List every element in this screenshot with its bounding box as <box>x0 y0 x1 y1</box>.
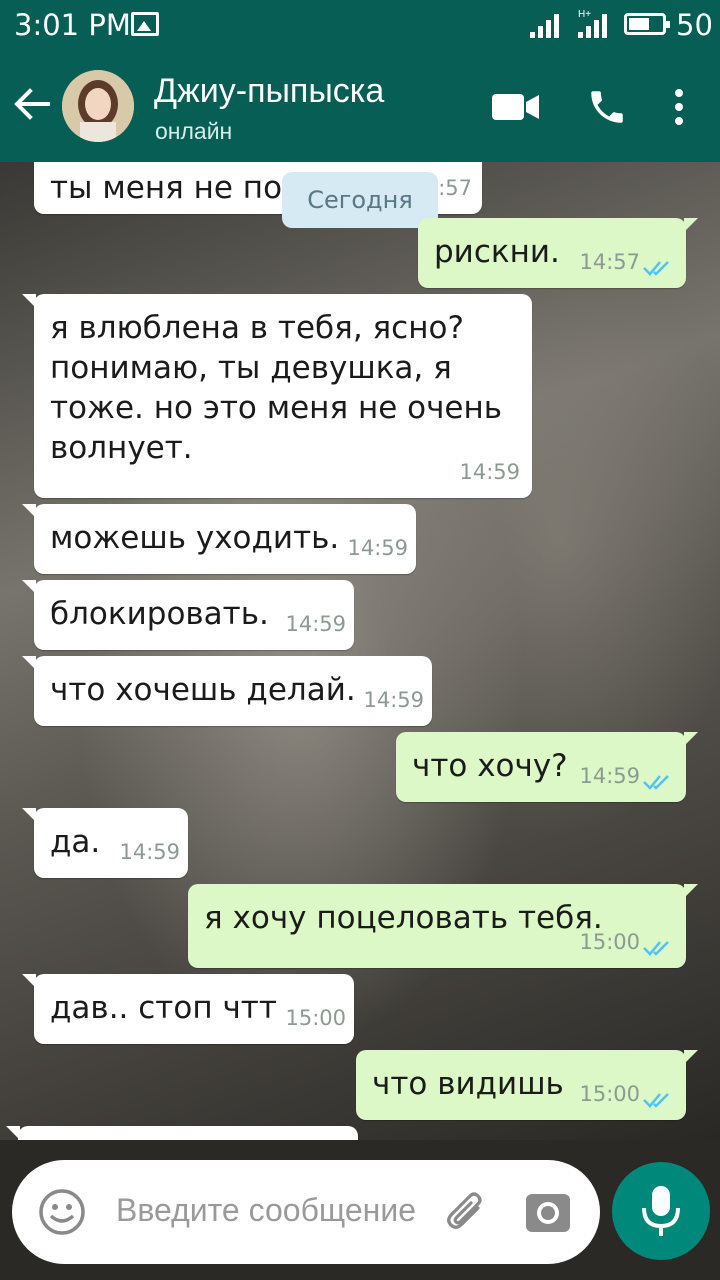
message-incoming[interactable]: да. 14:59 <box>22 808 188 878</box>
message-incoming[interactable]: блокировать. 14:59 <box>22 580 354 650</box>
message-composer: Введите сообщение <box>12 1160 600 1264</box>
gallery-notification-icon <box>131 12 159 36</box>
message-time: 14:59 <box>347 536 408 560</box>
camera-icon[interactable] <box>524 1188 572 1236</box>
status-bar: 3:01 PM H+ 50 <box>0 0 720 48</box>
message-outgoing[interactable]: рискни. 14:57 <box>418 218 698 288</box>
message-time: 14:59 <box>119 840 180 864</box>
phone-call-icon[interactable] <box>586 86 628 128</box>
message-time: 14:59 <box>363 688 424 712</box>
message-time: 15:00 <box>579 1082 640 1106</box>
message-incoming[interactable]: можешь уходить. 14:59 <box>22 504 416 574</box>
signal-icon <box>530 12 564 38</box>
read-receipt-icon <box>643 1093 669 1108</box>
message-outgoing[interactable]: я хочу поцеловать тебя. 15:00 <box>188 884 698 968</box>
message-outgoing[interactable]: что видишь 15:00 <box>356 1050 698 1120</box>
message-time: 14:59 <box>579 764 640 788</box>
message-time: 14:59 <box>285 612 346 636</box>
chat-messages[interactable]: ты меня не поймешь 14:57 Сегодня рискни.… <box>0 162 720 1140</box>
message-text: что хочешь делай. <box>50 672 356 708</box>
message-time: 15:00 <box>285 1006 346 1030</box>
message-incoming[interactable]: я влюблена в тебя, ясно? понимаю, ты дев… <box>22 294 532 498</box>
voice-message-button[interactable] <box>612 1162 710 1260</box>
emoji-icon[interactable] <box>38 1188 86 1236</box>
arrow-left-icon[interactable] <box>12 84 52 124</box>
avatar[interactable] <box>62 70 134 142</box>
message-time: 15:00 <box>579 930 640 954</box>
message-time: 14:59 <box>459 460 520 484</box>
more-options-icon[interactable] <box>668 86 690 128</box>
microphone-icon <box>642 1186 680 1236</box>
message-incoming-partial[interactable] <box>6 1126 358 1140</box>
status-time: 3:01 PM <box>14 8 131 42</box>
message-time: 14:57 <box>579 250 640 274</box>
video-call-icon[interactable] <box>492 92 540 122</box>
message-incoming[interactable]: дав.. стоп чтт 15:00 <box>22 974 354 1044</box>
chat-header: Джиу-пыпыска онлайн <box>0 48 720 162</box>
battery-icon <box>624 13 670 35</box>
read-receipt-icon <box>643 261 669 276</box>
message-outgoing[interactable]: что хочу? 14:59 <box>396 732 698 802</box>
date-chip: Сегодня <box>282 172 438 228</box>
read-receipt-icon <box>643 775 669 790</box>
message-text: я влюблена в тебя, ясно? понимаю, ты дев… <box>50 310 503 466</box>
message-incoming[interactable]: что хочешь делай. 14:59 <box>22 656 432 726</box>
read-receipt-icon <box>643 941 669 956</box>
paperclip-icon[interactable] <box>444 1188 490 1236</box>
battery-level: 50 <box>676 8 713 42</box>
contact-name[interactable]: Джиу-пыпыска <box>154 72 384 111</box>
contact-status: онлайн <box>155 118 233 144</box>
signal-icon <box>578 12 612 38</box>
message-input[interactable]: Введите сообщение <box>116 1192 416 1229</box>
